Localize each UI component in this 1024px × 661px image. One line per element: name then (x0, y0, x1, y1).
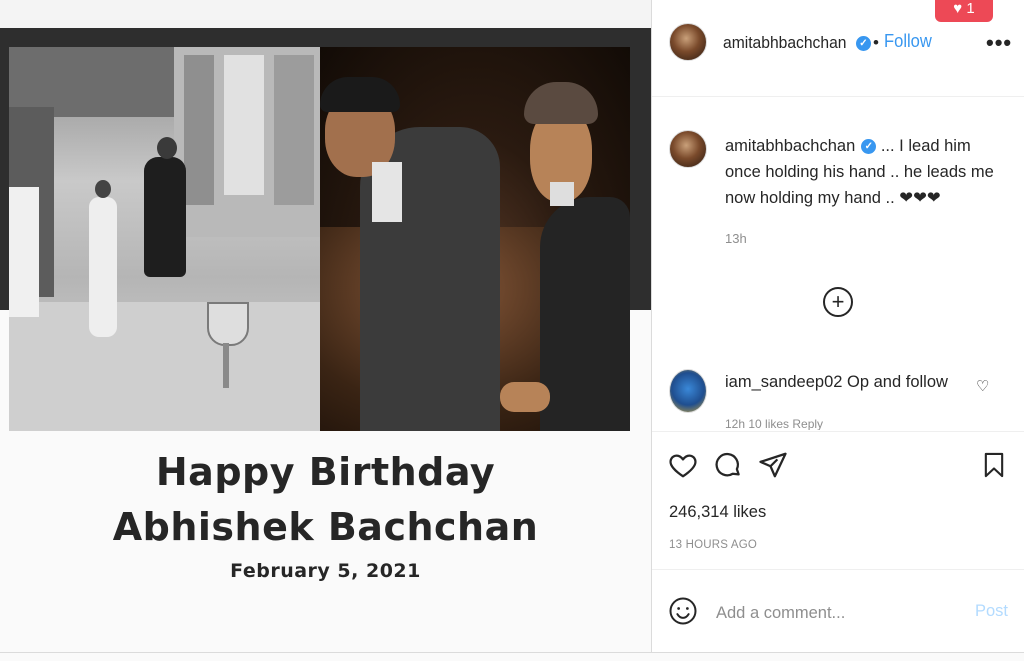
comments-section[interactable]: amitabhbachchan ✓ ... I lead him once hol… (652, 97, 1024, 430)
load-more-comments-button[interactable]: + (823, 287, 853, 317)
comment-meta: 12h 10 likes Reply (725, 417, 824, 430)
page-bottom-strip (0, 653, 1024, 661)
headline-date: February 5, 2021 (230, 560, 421, 582)
media-top-strip (0, 0, 651, 28)
more-options-icon[interactable]: ••• (986, 30, 1012, 56)
verified-badge-icon: ✓ (856, 36, 871, 51)
emoji-icon[interactable] (668, 596, 698, 626)
username-link[interactable]: amitabhbachchan (723, 33, 846, 53)
instagram-post: Happy Birthday Abhishek Bachchan Februar… (0, 0, 1024, 653)
comment-bubble-icon[interactable] (713, 450, 743, 480)
headline-name: Abhishek Bachchan (112, 505, 539, 549)
caption-avatar[interactable] (669, 130, 707, 168)
post-comment-button[interactable]: Post (975, 602, 1008, 621)
color-photo (320, 47, 630, 431)
headline-birthday: Happy Birthday (155, 450, 496, 494)
add-comment-bar: Post (652, 569, 1024, 653)
comment-username[interactable]: iam_sandeep02 (725, 373, 842, 391)
post-media[interactable]: Happy Birthday Abhishek Bachchan Februar… (0, 0, 651, 652)
post-header: amitabhbachchan ✓ • Follow ••• (652, 0, 1024, 97)
post-sidebar: ♥ 1 amitabhbachchan ✓ • Follow ••• amita… (651, 0, 1024, 652)
avatar[interactable] (669, 23, 707, 61)
comment-like-icon[interactable]: ♡ (976, 377, 989, 395)
verified-badge-icon: ✓ (861, 139, 877, 155)
comment: iam_sandeep02 Op and follow (725, 373, 948, 392)
caption-username[interactable]: amitabhbachchan (725, 137, 855, 155)
separator-dot: • (873, 33, 879, 52)
likes-count[interactable]: 246,314 likes (669, 503, 766, 522)
post-actions: 246,314 likes 13 HOURS AGO (652, 431, 1024, 569)
caption: amitabhbachchan ✓ ... I lead him once hol… (725, 133, 995, 211)
bookmark-icon[interactable] (980, 450, 1008, 480)
bw-photo (9, 47, 320, 431)
like-heart-icon[interactable] (668, 450, 698, 480)
share-send-icon[interactable] (758, 450, 788, 480)
comment-text: Op and follow (847, 373, 948, 391)
caption-time[interactable]: 13h (725, 231, 747, 246)
follow-button[interactable]: Follow (884, 31, 932, 52)
plus-circle-icon: + (831, 289, 845, 314)
comment-input[interactable] (714, 600, 968, 626)
post-timestamp[interactable]: 13 HOURS AGO (669, 539, 757, 551)
comment-avatar[interactable] (669, 369, 707, 413)
